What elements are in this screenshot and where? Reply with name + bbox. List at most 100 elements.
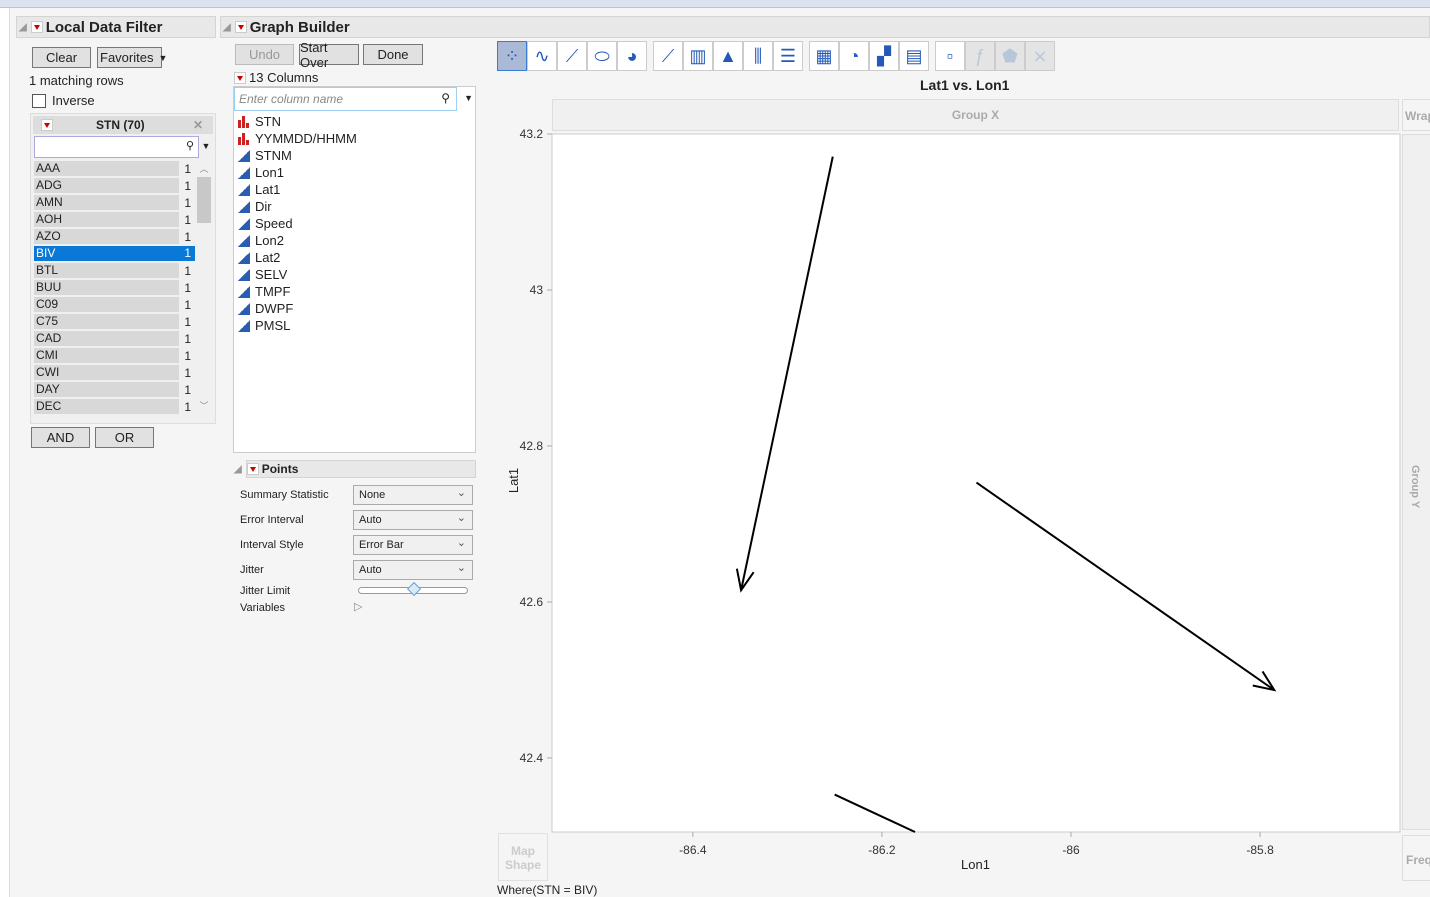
window-top-bar xyxy=(0,0,1430,8)
column-item[interactable]: Lon2 xyxy=(234,232,475,249)
box-plot-graph-icon[interactable]: ⫼ xyxy=(743,41,773,71)
disclosure-icon[interactable]: ◢ xyxy=(223,22,231,33)
continuous-icon xyxy=(238,166,250,179)
disclosure-icon[interactable]: ◢ xyxy=(234,464,242,475)
and-button[interactable]: AND xyxy=(31,427,90,448)
continuous-icon xyxy=(238,217,250,230)
histogram-graph-icon[interactable]: ☰ xyxy=(773,41,803,71)
red-triangle-menu-icon[interactable] xyxy=(246,463,259,475)
value-name: AMN xyxy=(34,195,179,210)
column-item[interactable]: STNM xyxy=(234,147,475,164)
column-item[interactable]: DWPF xyxy=(234,300,475,317)
column-item[interactable]: Lat1 xyxy=(234,181,475,198)
line-graph-icon[interactable]: ⟋ xyxy=(653,41,683,71)
column-item[interactable]: PMSL xyxy=(234,317,475,334)
plot-area[interactable]: -86.4 -86.2 -86 -85.8 43.2 43 42.8 42.6 42.4 xyxy=(500,120,1420,880)
red-triangle-menu-icon[interactable] xyxy=(234,71,246,84)
x-tick-label: -86 xyxy=(1062,843,1080,857)
map-shapes-graph-icon[interactable]: ⬟ xyxy=(995,41,1025,71)
filter-value-item[interactable]: AOH 1 xyxy=(34,211,215,228)
filter-value-item[interactable]: C09 1 xyxy=(34,296,215,313)
line-of-fit-graph-icon[interactable]: ⟋ xyxy=(557,41,587,71)
filter-value-item[interactable]: ADG 1 xyxy=(34,177,215,194)
dropdown-arrow-icon[interactable]: ▼ xyxy=(199,136,213,158)
column-item[interactable]: STN xyxy=(234,113,475,130)
filter-search: ⚲ ▼ xyxy=(34,136,213,158)
value-count: 1 xyxy=(184,161,191,176)
clear-button[interactable]: Clear xyxy=(32,47,91,68)
slider-thumb[interactable] xyxy=(406,581,422,597)
filter-value-item[interactable]: AAA 1 xyxy=(34,160,215,177)
error-interval-select[interactable]: Auto xyxy=(353,510,473,530)
nominal-icon xyxy=(238,132,250,145)
smoother-graph-icon[interactable]: ∿ xyxy=(527,41,557,71)
column-name: Speed xyxy=(255,216,293,231)
heatmap-graph-icon[interactable]: ▦ xyxy=(809,41,839,71)
left-strip xyxy=(0,8,10,897)
where-clause: Where(STN = BIV) xyxy=(497,883,598,897)
contour-graph-icon[interactable]: ◕ xyxy=(617,41,647,71)
favorites-button[interactable]: Favorites ▼ xyxy=(97,47,167,68)
scrollbar[interactable]: ︿ ﹀ xyxy=(197,162,211,412)
filter-value-item[interactable]: DEC 1 xyxy=(34,398,215,415)
inverse-checkbox[interactable]: Inverse xyxy=(32,93,95,108)
done-button[interactable]: Done xyxy=(363,44,423,65)
pie-graph-icon[interactable]: ◔ xyxy=(839,41,869,71)
y-tick-label: 43 xyxy=(530,283,544,297)
column-item[interactable]: Dir xyxy=(234,198,475,215)
stn-filter-header: STN (70) ✕ xyxy=(33,116,213,134)
filter-value-item[interactable]: C75 1 xyxy=(34,313,215,330)
filter-value-item[interactable]: BTL 1 xyxy=(34,262,215,279)
filter-value-item[interactable]: AZO 1 xyxy=(34,228,215,245)
filter-search-input[interactable]: ⚲ xyxy=(34,136,199,158)
summary-statistic-value: None xyxy=(359,489,386,501)
column-item[interactable]: TMPF xyxy=(234,283,475,300)
treemap-graph-icon[interactable]: ▞ xyxy=(869,41,899,71)
filter-value-item[interactable]: AMN 1 xyxy=(34,194,215,211)
y-tick-label: 42.4 xyxy=(520,751,544,765)
close-icon[interactable]: ✕ xyxy=(193,118,203,132)
filter-value-item[interactable]: BUU 1 xyxy=(34,279,215,296)
jitter-select[interactable]: Auto xyxy=(353,560,473,580)
bar-graph-icon[interactable]: ▥ xyxy=(683,41,713,71)
expand-variables-icon[interactable]: ▷ xyxy=(354,600,362,613)
column-item[interactable]: Lon1 xyxy=(234,164,475,181)
dropdown-arrow-icon[interactable]: ▼ xyxy=(464,93,473,103)
red-triangle-menu-icon[interactable] xyxy=(41,119,53,131)
points-graph-icon[interactable]: ⁘ xyxy=(497,41,527,71)
column-search-input[interactable]: Enter column name ⚲ xyxy=(234,87,457,111)
ellipse-graph-icon[interactable]: ⬭ xyxy=(587,41,617,71)
disclosure-icon[interactable]: ◢ xyxy=(19,22,27,33)
formula-graph-icon[interactable]: ƒ xyxy=(965,41,995,71)
filter-value-item[interactable]: CAD 1 xyxy=(34,330,215,347)
interval-style-select[interactable]: Error Bar xyxy=(353,535,473,555)
column-item[interactable]: YYMMDD/HHMM xyxy=(234,130,475,147)
summary-statistic-select[interactable]: None xyxy=(353,485,473,505)
scrollbar-thumb[interactable] xyxy=(197,177,211,223)
red-triangle-menu-icon[interactable] xyxy=(30,21,43,33)
column-item[interactable]: Lat2 xyxy=(234,249,475,266)
filter-value-item[interactable]: DAY 1 xyxy=(34,381,215,398)
points-title: Points xyxy=(261,462,299,476)
parallel-graph-icon[interactable]: ⨯ xyxy=(1025,41,1055,71)
caption-box-graph-icon[interactable]: ▫ xyxy=(935,41,965,71)
checkbox-box[interactable] xyxy=(32,93,46,108)
filter-value-item[interactable]: CWI 1 xyxy=(34,364,215,381)
start-over-button[interactable]: Start Over xyxy=(299,40,359,70)
or-button[interactable]: OR xyxy=(95,427,154,448)
value-name: CWI xyxy=(34,365,179,380)
red-triangle-menu-icon[interactable] xyxy=(234,21,247,33)
value-count: 1 xyxy=(184,365,191,380)
dropdown-arrow-icon: ▼ xyxy=(158,52,168,63)
area-graph-icon[interactable]: ▲ xyxy=(713,41,743,71)
y-tick-label: 42.8 xyxy=(520,439,544,453)
filter-value-item[interactable]: BIV 1 xyxy=(34,245,215,262)
column-item[interactable]: Speed xyxy=(234,215,475,232)
value-count: 1 xyxy=(184,212,191,227)
mosaic-graph-icon[interactable]: ▤ xyxy=(899,41,929,71)
filter-value-item[interactable]: CMI 1 xyxy=(34,347,215,364)
undo-button[interactable]: Undo xyxy=(235,44,294,65)
chart-title: Lat1 vs. Lon1 xyxy=(920,77,1010,93)
jitter-limit-slider[interactable] xyxy=(358,581,468,597)
column-item[interactable]: SELV xyxy=(234,266,475,283)
